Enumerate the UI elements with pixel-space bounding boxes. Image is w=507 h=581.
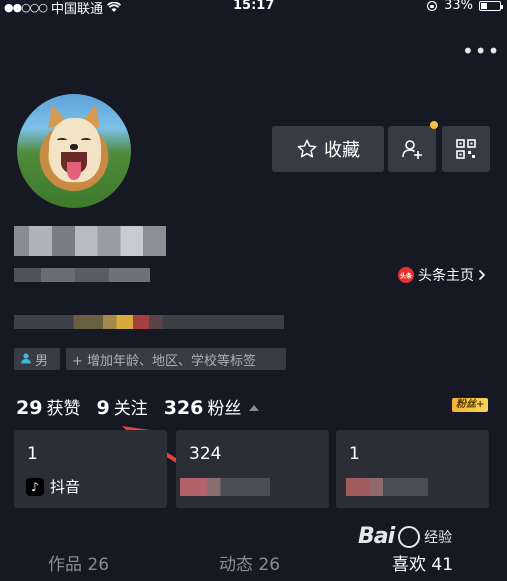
gender-label: 男 (35, 353, 49, 369)
add-person-icon (402, 140, 422, 159)
baidu-jingyan-watermark: Bai 经验 (358, 524, 452, 549)
person-icon (20, 352, 32, 367)
battery-percentage: 33% (444, 0, 473, 13)
notification-dot (430, 121, 438, 129)
paw-icon (398, 525, 421, 548)
chevron-right-icon (478, 269, 486, 281)
info-card[interactable]: 324 (176, 430, 329, 508)
collect-button[interactable]: 收藏 (272, 126, 384, 172)
collect-label: 收藏 (324, 140, 360, 161)
toutiao-label: 头条主页 (418, 268, 474, 284)
qr-code-button[interactable] (442, 126, 490, 172)
fans-count: 326 (163, 397, 204, 419)
card-number: 1 (27, 444, 38, 464)
caret-up-icon (249, 405, 260, 411)
wifi-icon (107, 2, 122, 12)
following-stat[interactable]: 9 关注 (96, 394, 147, 419)
signal-strength-icon: ●●○○○ (4, 1, 48, 14)
fans-label: 粉丝 (207, 399, 242, 419)
card-number: 324 (189, 444, 222, 464)
likes-stat[interactable]: 29 获赞 (16, 394, 80, 419)
gender-tag[interactable]: 男 (14, 348, 60, 370)
card-label-blurred (180, 478, 270, 496)
toutiao-icon: 头条 (398, 267, 414, 283)
likes-count: 29 (16, 397, 43, 419)
following-count: 9 (96, 397, 110, 419)
add-tags-label: + 增加年龄、地区、学校等标签 (72, 353, 257, 369)
username-blurred (14, 226, 166, 256)
card-label-blurred (346, 478, 428, 496)
add-tags-button[interactable]: + 增加年龄、地区、学校等标签 (66, 348, 286, 370)
tab-likes[interactable]: 喜欢 41 (392, 550, 453, 575)
more-options-button[interactable]: ••• (462, 41, 499, 62)
profile-stats: 29 获赞 9 关注 326 粉丝 (16, 394, 260, 419)
qr-code-icon (456, 139, 476, 159)
card-number: 1 (349, 444, 360, 464)
toutiao-homepage-link[interactable]: 头条 头条主页 (398, 265, 486, 285)
carrier-name: 中国联通 (51, 2, 104, 17)
clock-time: 15:17 (233, 0, 275, 13)
fans-stat[interactable]: 326 粉丝 (164, 394, 260, 419)
card-label: 抖音 (50, 478, 81, 496)
info-card[interactable]: 1 (336, 430, 489, 508)
following-label: 关注 (113, 399, 148, 419)
douyin-card[interactable]: 1 ♪ 抖音 (14, 430, 167, 508)
fans-badge[interactable]: 粉丝+ (452, 398, 489, 412)
tab-activity[interactable]: 动态 26 (219, 550, 280, 575)
likes-label: 获赞 (46, 399, 81, 419)
watermark-text: Bai (358, 524, 395, 549)
rotation-lock-icon (426, 0, 438, 11)
battery-icon (479, 0, 503, 11)
douyin-icon: ♪ (26, 477, 44, 496)
bio-blurred (14, 315, 284, 329)
avatar[interactable] (17, 94, 131, 208)
star-icon (297, 139, 317, 158)
add-friend-button[interactable] (388, 126, 436, 172)
watermark-sub: 经验 (424, 529, 453, 546)
tab-works[interactable]: 作品 26 (48, 550, 109, 575)
status-bar: ●●○○○ 中国联通 15:17 33% (0, 0, 507, 17)
user-id-blurred (14, 268, 150, 282)
